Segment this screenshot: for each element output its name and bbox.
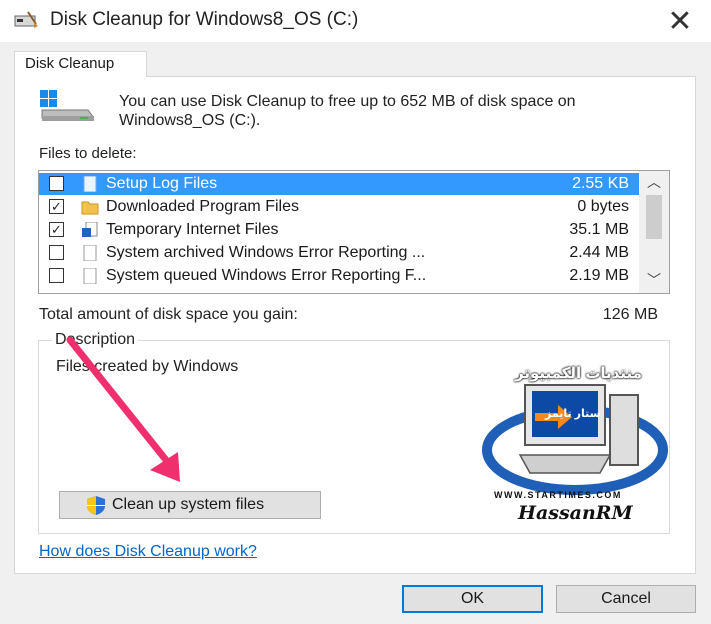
files-to-delete-label: Files to delete: bbox=[39, 145, 137, 162]
chevron-up-icon: ︿ bbox=[647, 174, 661, 190]
list-scrollbar[interactable]: ︿ ﹀ bbox=[639, 171, 669, 293]
lock-page-icon bbox=[82, 222, 98, 237]
file-name: Downloaded Program Files bbox=[106, 198, 299, 215]
page-icon bbox=[83, 245, 97, 261]
checkbox[interactable] bbox=[49, 176, 64, 191]
file-name: System archived Windows Error Reporting … bbox=[106, 244, 426, 261]
intro-text: You can use Disk Cleanup to free up to 6… bbox=[119, 93, 576, 129]
list-item[interactable]: ✓ Temporary Internet Files 35.1 MB bbox=[39, 219, 639, 241]
checkbox[interactable] bbox=[49, 268, 64, 283]
watermark-screen-text: ستار تايمز bbox=[545, 408, 601, 420]
disk-cleanup-icon bbox=[14, 11, 38, 28]
total-space-label: Total amount of disk space you gain: bbox=[39, 306, 298, 323]
window-title: Disk Cleanup for Windows8_OS (C:) bbox=[50, 9, 359, 30]
clean-up-system-files-label: Clean up system files bbox=[112, 496, 265, 513]
uac-shield-icon bbox=[87, 496, 105, 515]
checkbox[interactable] bbox=[49, 245, 64, 260]
scroll-down-button[interactable]: ﹀ bbox=[639, 269, 669, 291]
page-icon bbox=[83, 176, 97, 192]
watermark-arabic-text: منتديات الكمبيوتر bbox=[515, 365, 642, 382]
file-size: 2.44 MB bbox=[569, 244, 629, 261]
checkbox[interactable]: ✓ bbox=[49, 199, 64, 214]
files-listbox[interactable]: Setup Log Files 2.55 KB ✓ Downloaded Pro… bbox=[38, 170, 670, 294]
file-size: 2.55 KB bbox=[572, 175, 629, 192]
file-name: System queued Windows Error Reporting F.… bbox=[106, 267, 427, 284]
list-item[interactable]: System queued Windows Error Reporting F.… bbox=[39, 265, 639, 287]
cancel-button[interactable]: Cancel bbox=[556, 585, 696, 613]
file-size: 35.1 MB bbox=[569, 221, 629, 238]
file-name: Temporary Internet Files bbox=[106, 221, 279, 238]
file-size: 0 bytes bbox=[577, 198, 629, 215]
close-icon: ✕ bbox=[667, 4, 693, 38]
watermark-signature: HassanRM bbox=[518, 502, 633, 524]
folder-icon bbox=[81, 201, 99, 215]
tab-disk-cleanup[interactable]: Disk Cleanup bbox=[14, 51, 147, 77]
how-does-disk-cleanup-work-link[interactable]: How does Disk Cleanup work? bbox=[39, 543, 257, 561]
total-space-value: 126 MB bbox=[602, 306, 658, 323]
ok-button[interactable]: OK bbox=[402, 585, 543, 613]
checkbox[interactable]: ✓ bbox=[49, 222, 64, 237]
list-item[interactable]: ✓ Downloaded Program Files 0 bytes bbox=[39, 196, 639, 218]
page-icon bbox=[83, 268, 97, 284]
title-bar: Disk Cleanup for Windows8_OS (C:) ✕ bbox=[0, 0, 711, 42]
close-button[interactable]: ✕ bbox=[660, 4, 700, 38]
chevron-down-icon: ﹀ bbox=[647, 272, 661, 288]
list-item[interactable]: System archived Windows Error Reporting … bbox=[39, 242, 639, 264]
file-name: Setup Log Files bbox=[106, 175, 218, 192]
description-text: Files created by Windows bbox=[56, 358, 239, 375]
drive-icon bbox=[40, 90, 94, 121]
scroll-thumb[interactable] bbox=[646, 195, 662, 239]
description-legend: Description bbox=[52, 331, 139, 349]
scroll-up-button[interactable]: ︿ bbox=[639, 171, 669, 193]
list-item[interactable]: Setup Log Files 2.55 KB bbox=[39, 173, 639, 195]
file-size: 2.19 MB bbox=[569, 267, 629, 284]
watermark-url: WWW.STARTIMES.COM bbox=[494, 490, 622, 500]
